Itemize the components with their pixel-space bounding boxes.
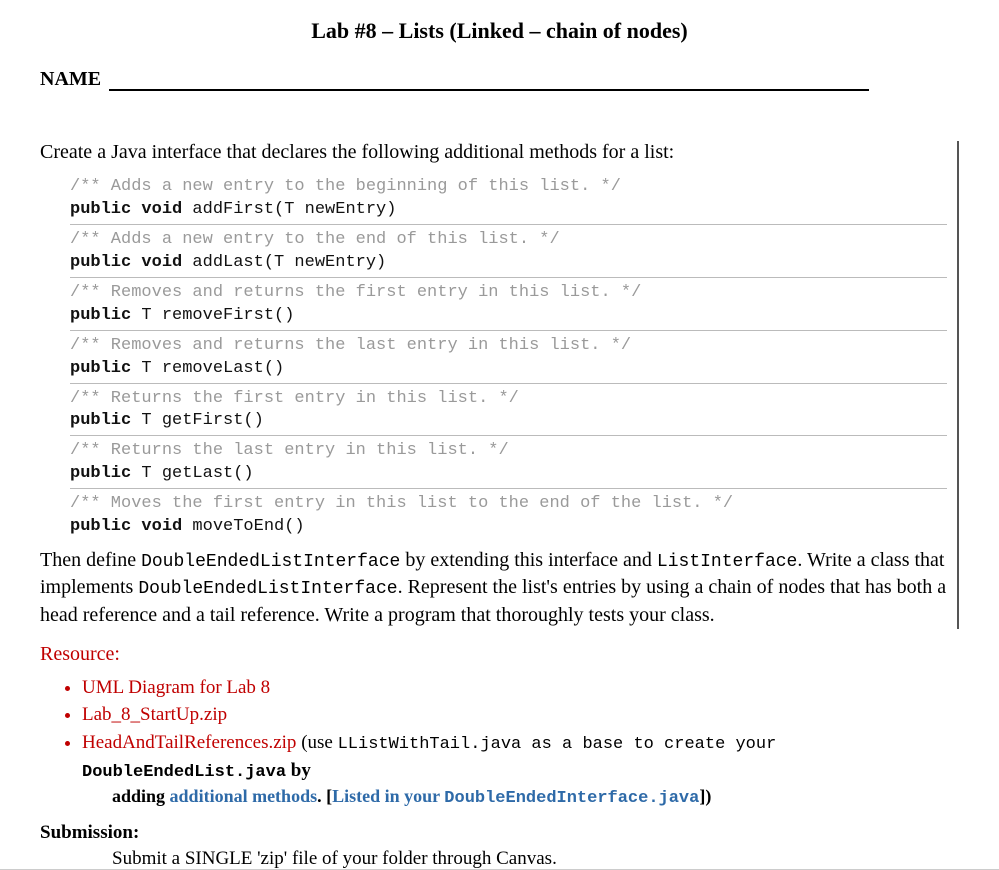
code-ref: DoubleEndedListInterface [138,579,397,599]
instruction-block: Create a Java interface that declares th… [40,141,959,629]
resource-text: (use [296,732,337,753]
method-item: /** Adds a new entry to the beginning of… [70,172,947,225]
name-row: NAME [40,68,959,91]
method-item: /** Returns the first entry in this list… [70,384,947,437]
resource-list: UML Diagram for Lab 8 Lab_8_StartUp.zip … [82,674,959,786]
intro-text: Create a Java interface that declares th… [40,141,947,164]
resource-item-uml: UML Diagram for Lab 8 [82,674,959,702]
resource-text: adding [112,786,170,806]
code-ref: LListWithTail.java [338,735,522,754]
method-signature: public T getFirst() [70,410,947,433]
method-item: /** Moves the first entry in this list t… [70,489,947,541]
then-text: by extending this interface and [400,549,657,571]
method-comment: /** Returns the first entry in this list… [70,388,947,411]
method-signature: public T getLast() [70,463,947,486]
name-label: NAME [40,68,101,91]
method-signature: public T removeFirst() [70,305,947,328]
resource-link: UML Diagram for Lab 8 [82,677,270,698]
resource-text: . [ [317,786,332,806]
method-comment: /** Removes and returns the first entry … [70,282,947,305]
code-ref: DoubleEndedListInterface [141,552,400,572]
resource-highlight: Listed in your [332,786,444,806]
method-signature: public void moveToEnd() [70,516,947,539]
method-signature: public void addFirst(T newEntry) [70,199,947,222]
method-item: /** Returns the last entry in this list.… [70,436,947,489]
method-comment: /** Adds a new entry to the end of this … [70,229,947,252]
method-comment: /** Moves the first entry in this list t… [70,493,947,516]
resource-link: HeadAndTailReferences.zip [82,732,296,753]
code-ref: DoubleEndedList.java [82,763,286,782]
code-ref: DoubleEndedInterface.java [444,789,699,808]
method-comment: /** Removes and returns the last entry i… [70,335,947,358]
then-paragraph: Then define DoubleEndedListInterface by … [40,547,947,629]
then-text: Then define [40,549,141,571]
method-list: /** Adds a new entry to the beginning of… [70,172,947,541]
method-item: /** Removes and returns the last entry i… [70,331,947,384]
name-underline [109,73,869,91]
method-comment: /** Adds a new entry to the beginning of… [70,176,947,199]
resource-continuation: adding additional methods. [Listed in yo… [112,786,959,808]
method-signature: public void addLast(T newEntry) [70,252,947,275]
submission-header: Submission: [40,822,959,844]
submission-body: Submit a SINGLE 'zip' file of your folde… [112,848,959,870]
resource-item-headtail: HeadAndTailReferences.zip (use LListWith… [82,729,959,786]
resource-text: by [286,760,311,781]
resource-text: as a base to create your [521,735,776,754]
resource-text: ]) [699,786,711,806]
method-signature: public T removeLast() [70,358,947,381]
lab-title: Lab #8 – Lists (Linked – chain of nodes) [40,18,959,44]
resource-link: Lab_8_StartUp.zip [82,704,227,725]
method-item: /** Adds a new entry to the end of this … [70,225,947,278]
method-item: /** Removes and returns the first entry … [70,278,947,331]
resource-header: Resource: [40,643,959,666]
resource-item-startup: Lab_8_StartUp.zip [82,701,959,729]
resource-highlight: additional methods [170,786,318,806]
method-comment: /** Returns the last entry in this list.… [70,440,947,463]
code-ref: ListInterface [657,552,797,572]
lab-document: Lab #8 – Lists (Linked – chain of nodes)… [0,0,999,870]
